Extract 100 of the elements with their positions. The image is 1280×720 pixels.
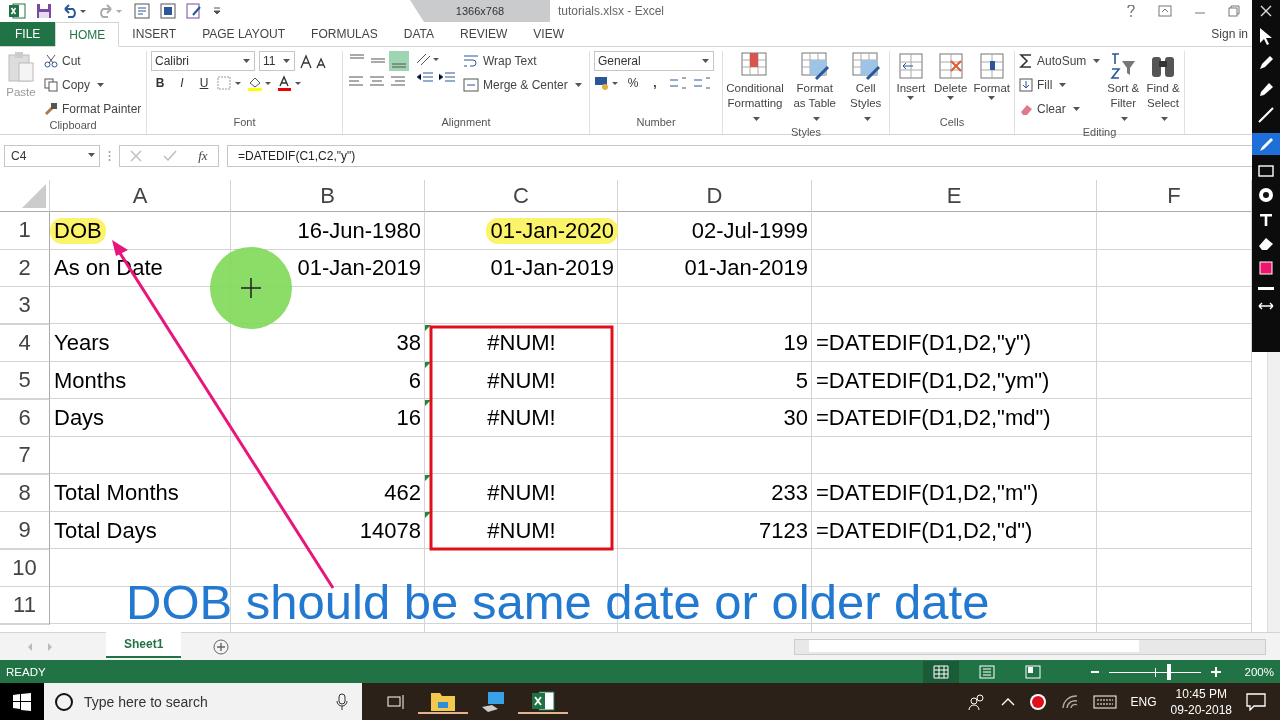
row-header[interactable]: 7 (0, 437, 50, 475)
format-painter-button[interactable]: Format Painter (44, 99, 142, 119)
ribbon-tab[interactable]: INSERT (119, 22, 190, 46)
comma-button[interactable]: , (646, 76, 664, 90)
cells-button[interactable]: Delete (933, 51, 968, 100)
customize-caret-icon[interactable] (212, 6, 222, 16)
insert-function-button[interactable]: fx (198, 148, 208, 164)
row-header[interactable]: 4 (0, 324, 50, 362)
row-header[interactable]: 8 (0, 474, 50, 512)
zoom-slider[interactable] (1108, 663, 1201, 680)
row-header[interactable]: 5 (0, 362, 50, 400)
row-header[interactable]: 2 (0, 249, 50, 287)
pointer-icon[interactable] (1258, 27, 1274, 45)
row-header[interactable]: 10 (0, 549, 50, 587)
eraser-tool-icon[interactable] (1258, 237, 1274, 251)
ribbon-tab[interactable]: VIEW (520, 22, 577, 46)
ribbon-display-icon[interactable] (1158, 5, 1172, 17)
row-header[interactable]: 3 (0, 287, 50, 325)
autosum-button[interactable]: AutoSum (1019, 51, 1101, 71)
excel-taskbar-icon[interactable] (518, 689, 568, 714)
wifi-icon[interactable] (1060, 693, 1079, 710)
expand-arrows-icon[interactable] (1258, 301, 1274, 311)
font-name-field[interactable]: Calibri (151, 51, 255, 71)
zoom-in-icon[interactable] (1210, 666, 1221, 677)
orientation-icon[interactable] (415, 51, 441, 67)
zoom-out-icon[interactable] (1090, 670, 1099, 673)
font-color-icon[interactable] (277, 75, 303, 91)
text-tool-icon[interactable] (1259, 213, 1273, 227)
styles-button[interactable]: Format as Table (789, 51, 841, 126)
wrap-text-button[interactable]: Wrap Text (463, 51, 582, 71)
fill-button[interactable]: Fill (1019, 75, 1101, 95)
input-language[interactable]: ENG (1130, 694, 1157, 709)
grip-icon[interactable] (108, 150, 111, 162)
indent-icons[interactable] (415, 71, 457, 85)
ribbon-tab[interactable]: PAGE LAYOUT (189, 22, 299, 46)
formula-field[interactable]: =DATEDIF(C1,C2,"y") (227, 145, 1252, 167)
document-pen-icon[interactable] (186, 3, 202, 19)
row-header[interactable]: 11 (0, 587, 50, 625)
zoom-level[interactable]: 200% (1244, 665, 1274, 678)
cell-text: 16 (396, 405, 421, 432)
vertical-align-icons[interactable] (347, 51, 409, 71)
styles-button[interactable]: Cell Styles (846, 51, 885, 126)
fill-color-icon[interactable] (247, 75, 273, 91)
chevron-up-icon[interactable] (1000, 696, 1015, 707)
font-size-field[interactable]: 11 (259, 51, 295, 71)
highlighter-icon[interactable] (1258, 136, 1274, 152)
marker-icon[interactable] (1258, 81, 1274, 97)
cut-button[interactable]: Cut (44, 51, 142, 71)
ribbon-tab[interactable]: REVIEW (447, 22, 521, 46)
bold-button[interactable]: B (151, 76, 169, 90)
clock-date[interactable]: 09-20-2018 (1170, 701, 1232, 718)
people-icon[interactable] (966, 692, 987, 711)
ribbon-tab[interactable]: DATA (390, 22, 447, 46)
line-icon[interactable] (1258, 107, 1274, 123)
color-swatch-icon[interactable] (1259, 261, 1273, 275)
merge-center-button[interactable]: Merge & Center (463, 75, 582, 95)
normal-view-icon[interactable] (922, 660, 959, 683)
percent-button[interactable]: % (624, 76, 642, 90)
row-header[interactable]: 9 (0, 512, 50, 550)
number-format-field[interactable]: General (594, 51, 714, 71)
row-header[interactable]: 6 (0, 399, 50, 437)
sign-in-link[interactable]: Sign in (1211, 27, 1248, 41)
restore-icon[interactable] (1228, 5, 1240, 17)
notifications-icon[interactable] (1246, 692, 1266, 711)
pencil-icon[interactable] (1258, 55, 1274, 71)
cell-text: 6 (408, 367, 421, 394)
clear-button[interactable]: Clear (1019, 99, 1101, 119)
undo-icon[interactable] (62, 4, 88, 18)
help-icon[interactable] (1126, 5, 1136, 17)
currency-icon[interactable] (594, 75, 620, 91)
enter-check-icon[interactable] (163, 150, 178, 162)
ribbon-tab[interactable]: FILE (0, 22, 56, 46)
keyboard-icon[interactable] (1092, 694, 1117, 709)
row-header[interactable]: 1 (0, 212, 50, 250)
horizontal-scrollbar[interactable] (794, 638, 1266, 655)
vertical-scrollbar[interactable] (1267, 352, 1280, 632)
ribbon-tab[interactable]: HOME (55, 22, 120, 47)
ribbon-tab[interactable]: FORMULAS (298, 22, 391, 46)
rectangle-icon[interactable] (1258, 165, 1274, 177)
close-icon[interactable] (1260, 5, 1272, 17)
stamp-icon[interactable] (1258, 187, 1274, 203)
cortana-icon (54, 691, 74, 712)
clock-time[interactable]: 10:45 PM (1175, 685, 1227, 702)
italic-button[interactable]: I (173, 76, 191, 90)
new-sheet-icon[interactable] (213, 638, 230, 655)
record-icon[interactable] (1028, 692, 1047, 711)
line-width-icon[interactable] (1258, 285, 1274, 291)
cells-button[interactable]: Format (973, 51, 1010, 100)
cells-button[interactable]: Insert (894, 51, 928, 100)
editing-button[interactable]: Sort & Filter (1106, 51, 1141, 126)
underline-button[interactable]: U (195, 76, 213, 90)
taskbar-search-field[interactable]: Type here to search (44, 683, 362, 720)
windows-start-icon[interactable] (13, 692, 31, 711)
styles-button[interactable]: Conditional Formatting (727, 51, 783, 126)
editing-button[interactable]: Find & Select (1146, 51, 1180, 126)
print-preview-icon[interactable] (160, 3, 176, 19)
sheet-tab[interactable]: Sheet1 (106, 632, 182, 658)
name-box[interactable]: C4 (4, 145, 100, 167)
copy-button[interactable]: Copy (44, 75, 142, 95)
save-icon[interactable] (36, 3, 52, 19)
